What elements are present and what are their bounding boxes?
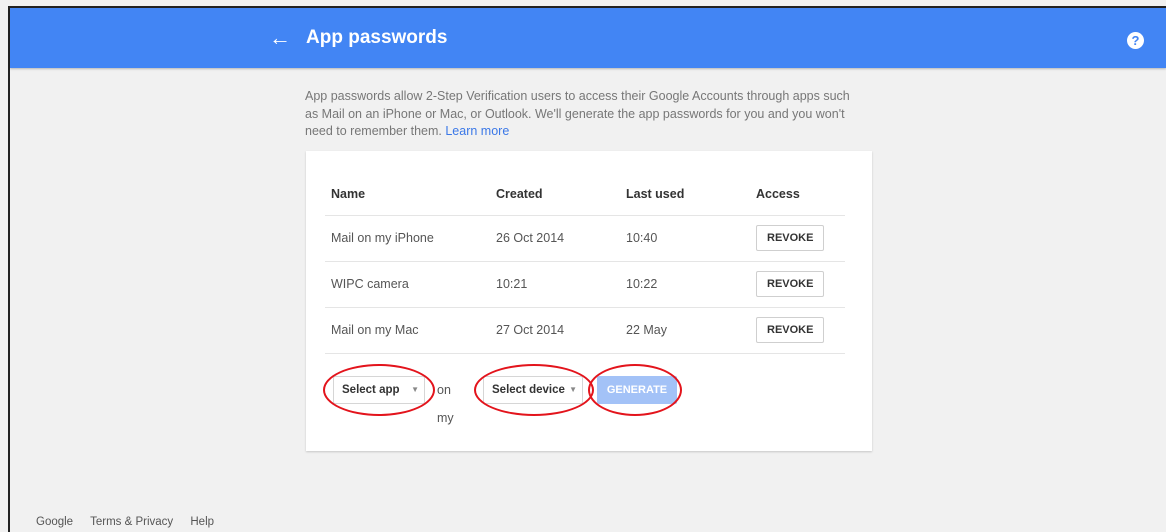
footer-link-google[interactable]: Google bbox=[36, 516, 73, 528]
app-name-cell: Mail on my Mac bbox=[325, 307, 490, 354]
app-passwords-card: Name Created Last used Access Mail on my… bbox=[306, 151, 872, 451]
app-bar: ← App passwords ? bbox=[10, 8, 1166, 68]
select-app-dropdown[interactable]: Select app ▼ bbox=[333, 376, 425, 404]
learn-more-link[interactable]: Learn more bbox=[445, 124, 509, 138]
table-row: WIPC camera 10:21 10:22 REVOKE bbox=[325, 261, 845, 308]
intro-text: App passwords allow 2-Step Verification … bbox=[305, 89, 850, 138]
column-header-last-used: Last used bbox=[620, 173, 750, 216]
select-app-label: Select app bbox=[342, 384, 400, 396]
app-name-cell: WIPC camera bbox=[325, 261, 490, 308]
access-cell: REVOKE bbox=[750, 215, 845, 262]
intro-text-block: App passwords allow 2-Step Verification … bbox=[305, 88, 865, 141]
access-cell: REVOKE bbox=[750, 261, 845, 308]
last-used-cell: 10:22 bbox=[620, 261, 750, 308]
column-header-name: Name bbox=[325, 173, 490, 216]
access-cell: REVOKE bbox=[750, 307, 845, 354]
dropdown-arrow-icon: ▼ bbox=[411, 385, 419, 394]
revoke-button[interactable]: REVOKE bbox=[756, 271, 825, 297]
page-title: App passwords bbox=[306, 27, 448, 48]
select-device-label: Select device bbox=[492, 384, 565, 396]
on-my-label: on my bbox=[437, 383, 454, 425]
last-used-cell: 22 May bbox=[620, 307, 750, 354]
last-used-cell: 10:40 bbox=[620, 215, 750, 262]
column-header-created: Created bbox=[490, 173, 620, 216]
table-header-row: Name Created Last used Access bbox=[325, 173, 845, 216]
table-row: Mail on my Mac 27 Oct 2014 22 May REVOKE bbox=[325, 307, 845, 354]
footer-link-help[interactable]: Help bbox=[190, 516, 214, 528]
footer: Google Terms & Privacy Help bbox=[36, 516, 228, 528]
select-device-dropdown[interactable]: Select device ▼ bbox=[483, 376, 583, 404]
dropdown-arrow-icon: ▼ bbox=[569, 385, 577, 394]
column-header-access: Access bbox=[750, 173, 845, 216]
created-cell: 26 Oct 2014 bbox=[490, 215, 620, 262]
app-name-cell: Mail on my iPhone bbox=[325, 215, 490, 262]
help-circle-icon[interactable]: ? bbox=[1127, 32, 1144, 49]
created-cell: 10:21 bbox=[490, 261, 620, 308]
page-frame: ← App passwords ? App passwords allow 2-… bbox=[8, 6, 1166, 532]
revoke-button[interactable]: REVOKE bbox=[756, 317, 825, 343]
generate-button[interactable]: GENERATE bbox=[597, 376, 677, 404]
created-cell: 27 Oct 2014 bbox=[490, 307, 620, 354]
revoke-button[interactable]: REVOKE bbox=[756, 225, 825, 251]
app-passwords-table: Name Created Last used Access Mail on my… bbox=[325, 173, 845, 354]
footer-link-terms-privacy[interactable]: Terms & Privacy bbox=[90, 516, 173, 528]
arrow-back-icon[interactable]: ← bbox=[268, 26, 292, 50]
table-row: Mail on my iPhone 26 Oct 2014 10:40 REVO… bbox=[325, 215, 845, 262]
